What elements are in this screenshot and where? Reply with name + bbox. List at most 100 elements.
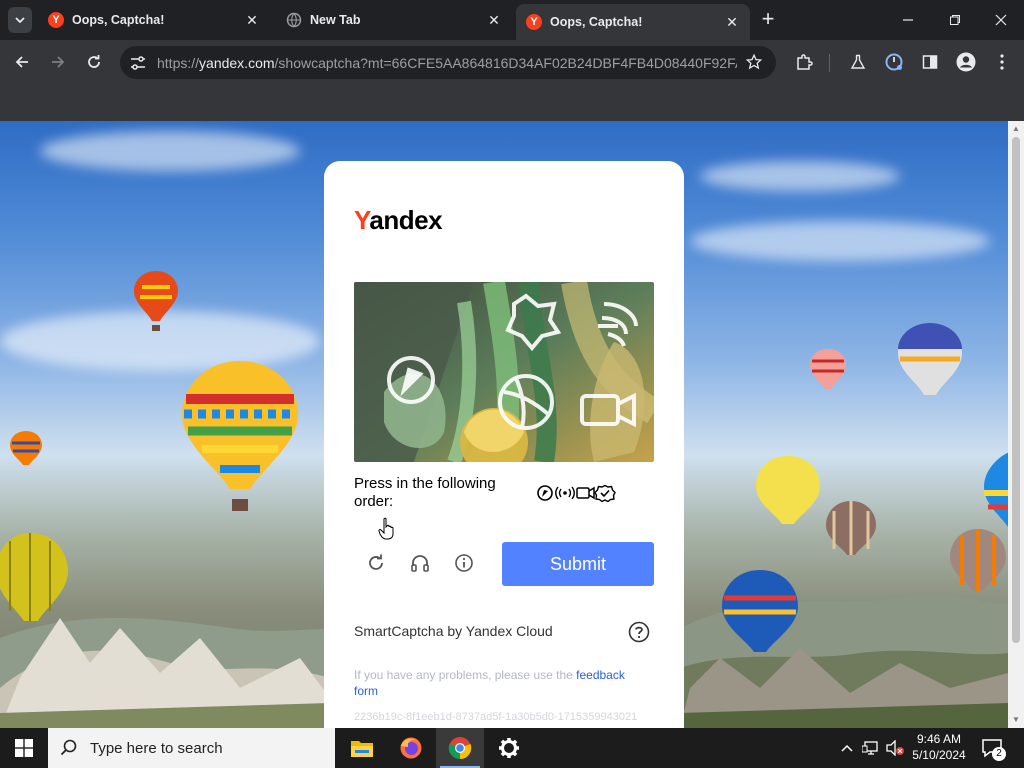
hot-air-balloon-illustration <box>810 349 846 389</box>
reload-captcha-button[interactable] <box>363 550 389 576</box>
gear-icon <box>499 738 519 758</box>
tab-oops-captcha-active[interactable]: Y Oops, Captcha! ✕ <box>516 4 750 40</box>
tab-new-tab[interactable]: New Tab ✕ <box>276 4 512 36</box>
chevron-down-icon <box>15 17 25 23</box>
reload-icon <box>88 55 100 68</box>
site-settings-icon[interactable] <box>128 53 148 73</box>
tab-title: Oops, Captcha! <box>72 13 165 27</box>
url-path: /showcaptcha?mt=66CFE5AA864816D34AF02B24… <box>274 54 737 71</box>
hot-air-balloon-illustration <box>984 452 1008 527</box>
bookmark-star-icon[interactable] <box>744 52 764 72</box>
forward-button[interactable] <box>46 50 70 74</box>
close-icon[interactable]: ✕ <box>486 12 502 28</box>
taskbar-search-placeholder: Type here to search <box>90 739 223 757</box>
captcha-order-icons <box>537 484 616 502</box>
cloud <box>40 131 300 171</box>
headphones-icon <box>411 555 429 572</box>
reload-button[interactable] <box>82 50 106 74</box>
profile-button[interactable] <box>954 50 978 74</box>
search-icon <box>60 739 77 756</box>
captcha-request-id: 2236b19c-8f1eeb1d-8737ad5f-1a30b5d0-1715… <box>354 711 638 723</box>
hot-air-balloon-illustration <box>950 529 1006 591</box>
arrow-left-icon <box>15 56 28 68</box>
info-icon <box>455 554 473 572</box>
minimize-button[interactable] <box>896 8 920 32</box>
close-icon[interactable]: ✕ <box>244 12 260 28</box>
side-panel-button[interactable] <box>918 50 942 74</box>
new-tab-button[interactable]: + <box>758 8 778 31</box>
performance-gauge-icon <box>885 53 903 71</box>
hot-air-balloon-illustration <box>756 456 820 524</box>
scroll-up-arrow-icon[interactable]: ▲ <box>1012 125 1020 133</box>
tab-title: New Tab <box>310 13 361 27</box>
video-camera-icon <box>576 486 595 500</box>
chevron-up-icon <box>841 744 853 752</box>
problems-notice: If you have any problems, please use the… <box>354 667 644 699</box>
yandex-favicon-icon: Y <box>526 14 542 30</box>
windows-taskbar: Type here to search 9:46 AM 5/10/2024 2 <box>0 728 1024 768</box>
compass-icon <box>537 485 553 501</box>
browser-toolbar: https://yandex.com/showcaptcha?mt=66CFE5… <box>0 40 1024 85</box>
captcha-card: Yandex Press in the following order: Sub… <box>324 161 684 728</box>
restore-icon <box>950 15 960 25</box>
minimize-icon <box>903 19 913 21</box>
taskbar-firefox[interactable] <box>387 728 435 768</box>
puzzle-icon <box>797 54 813 70</box>
menu-button[interactable] <box>990 50 1014 74</box>
close-icon[interactable]: ✕ <box>724 14 740 30</box>
restore-button[interactable] <box>943 8 967 32</box>
tab-search-button[interactable] <box>8 7 32 33</box>
close-window-button[interactable] <box>989 8 1013 32</box>
globe-icon <box>286 12 302 28</box>
hot-air-balloon-illustration <box>722 570 798 652</box>
logo-letter: Y <box>354 205 370 235</box>
hot-air-balloon-illustration <box>10 431 42 465</box>
page-scrollbar[interactable]: ▲ ▼ <box>1008 121 1024 728</box>
clock-time: 9:46 AM <box>916 732 962 746</box>
side-panel-icon <box>922 55 938 69</box>
yandex-logo: Yandex <box>354 205 443 236</box>
submit-button[interactable]: Submit <box>502 542 654 586</box>
clock-date: 5/10/2024 <box>912 748 966 762</box>
cloud <box>700 161 900 191</box>
help-question-icon[interactable] <box>628 621 650 643</box>
network-tray-button[interactable] <box>860 728 882 768</box>
profile-avatar-icon <box>956 52 976 72</box>
start-button[interactable] <box>0 728 48 768</box>
taskbar-chrome[interactable] <box>436 728 484 768</box>
notification-count-badge: 2 <box>992 747 1006 761</box>
audio-captcha-button[interactable] <box>407 550 433 576</box>
problems-text: If you have any problems, please use the <box>354 668 577 682</box>
tab-oops-captcha-1[interactable]: Y Oops, Captcha! ✕ <box>38 4 270 36</box>
network-icon <box>862 741 878 755</box>
tab-strip: Y Oops, Captcha! ✕ New Tab ✕ Y Oops, Cap… <box>0 0 1024 40</box>
windows-logo-icon <box>15 739 33 757</box>
taskbar-settings[interactable] <box>485 728 533 768</box>
scroll-thumb[interactable] <box>1012 137 1020 643</box>
taskbar-clock[interactable]: 9:46 AM 5/10/2024 <box>908 731 970 763</box>
url-scheme: https:// <box>157 54 200 71</box>
page-viewport: Yandex Press in the following order: Sub… <box>0 121 1008 728</box>
labs-button[interactable] <box>846 50 870 74</box>
volume-tray-button[interactable] <box>884 728 906 768</box>
back-button[interactable] <box>10 50 34 74</box>
firefox-icon <box>400 737 422 759</box>
captcha-image[interactable] <box>354 282 654 462</box>
scroll-down-arrow-icon[interactable]: ▼ <box>1012 716 1020 724</box>
tab-title: Oops, Captcha! <box>550 15 643 29</box>
taskbar-search-box[interactable]: Type here to search <box>48 728 335 768</box>
arrow-right-icon <box>52 56 65 68</box>
captcha-info-button[interactable] <box>451 550 477 576</box>
taskbar-file-explorer[interactable] <box>338 728 386 768</box>
performance-button[interactable] <box>882 50 906 74</box>
hot-air-balloon-illustration <box>826 501 876 555</box>
hot-air-balloon-illustration <box>134 271 178 331</box>
volume-muted-icon <box>886 740 904 756</box>
show-hidden-icons-button[interactable] <box>838 728 856 768</box>
hot-air-balloon-illustration <box>0 533 68 621</box>
logo-word: andex <box>369 205 443 235</box>
address-bar[interactable]: https://yandex.com/showcaptcha?mt=66CFE5… <box>120 46 776 79</box>
hot-air-balloon-illustration <box>898 323 962 395</box>
url-host: yandex.com <box>199 54 275 71</box>
extensions-button[interactable] <box>792 50 816 74</box>
